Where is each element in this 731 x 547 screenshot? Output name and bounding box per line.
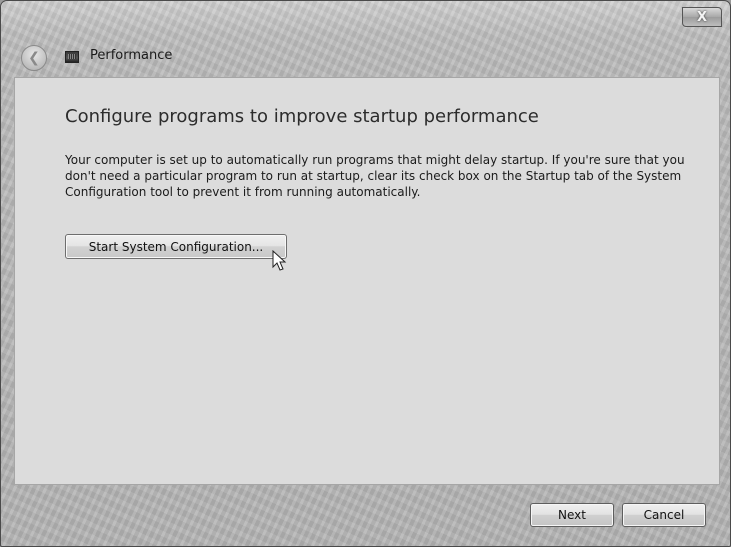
performance-icon (65, 51, 79, 63)
start-system-configuration-button[interactable]: Start System Configuration... (65, 234, 287, 259)
window-title: Performance (90, 48, 173, 63)
description-text: Your computer is set up to automatically… (65, 153, 685, 199)
mouse-pointer-icon (272, 250, 287, 271)
cancel-button[interactable]: Cancel (622, 503, 706, 527)
back-button[interactable]: ❮ (21, 45, 47, 71)
title-bar: X ❮ Performance (1, 1, 730, 79)
next-button[interactable]: Next (530, 503, 614, 527)
close-button[interactable]: X (682, 7, 722, 27)
back-arrow-icon: ❮ (28, 50, 40, 66)
close-icon: X (696, 9, 708, 25)
performance-dialog-window: X ❮ Performance Configure programs to im… (0, 0, 731, 547)
content-panel: Configure programs to improve startup pe… (14, 77, 720, 485)
page-heading: Configure programs to improve startup pe… (65, 106, 539, 127)
footer-bar (1, 485, 730, 546)
